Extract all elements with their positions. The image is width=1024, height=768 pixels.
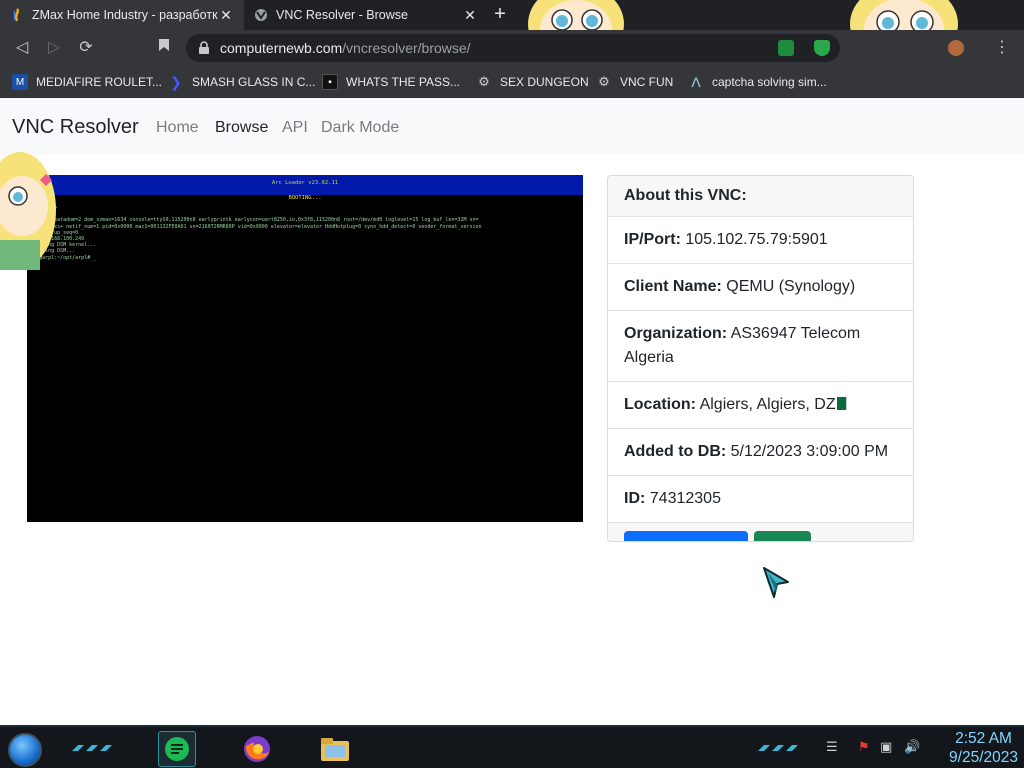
start-button[interactable] xyxy=(8,733,42,767)
address-bar[interactable]: computernewb.com/vncresolver/browse/ xyxy=(186,34,840,62)
nav-home[interactable]: Home xyxy=(156,119,199,137)
mediafire-icon: M xyxy=(12,74,28,90)
extension-green-icon[interactable] xyxy=(778,40,794,56)
screenshot-status: BOOTING... xyxy=(288,195,322,201)
bookmark-icon[interactable] xyxy=(154,38,174,58)
folder-icon xyxy=(321,738,349,761)
back-arrow-icon[interactable]: ◁ xyxy=(12,38,32,58)
bookmark-item[interactable]: Λ captcha solving sim... xyxy=(688,73,826,91)
taskbar: ☰ ⚑ ▣ 🔊 2:52 AM 9/25/2023 xyxy=(0,725,1024,768)
dark-square-icon: ▪ xyxy=(322,74,338,90)
tab-vnc-resolver[interactable]: VNC Resolver - Browse ✕ xyxy=(244,0,488,30)
nav-dark-mode[interactable]: Dark Mode xyxy=(321,119,399,137)
about-card-header: About this VNC: xyxy=(608,176,913,217)
tab-title: ZMax Home Industry - разработк xyxy=(32,8,218,22)
volume-icon[interactable]: 🔊 xyxy=(904,739,920,755)
tray-menu-icon[interactable]: ☰ xyxy=(826,739,838,755)
site-navbar: VNC Resolver Home Browse API Dark Mode xyxy=(0,98,1024,155)
forward-arrow-icon[interactable]: ▷ xyxy=(44,38,64,58)
close-tab-icon[interactable]: ✕ xyxy=(462,7,478,24)
field-ip-port: IP/Port: 105.102.75.79:5901 xyxy=(608,217,913,264)
lambda-icon: Λ xyxy=(691,74,701,90)
vnc-logo-icon: ⚙ xyxy=(598,74,610,89)
system-clock[interactable]: 2:52 AM 9/25/2023 xyxy=(949,729,1018,767)
tab-strip: ZMax Home Industry - разработк ✕ VNC Res… xyxy=(0,0,1024,66)
field-added-to-db: Added to DB: 5/12/2023 3:09:00 PM xyxy=(608,429,913,476)
notes-app-button[interactable] xyxy=(158,731,196,767)
bookmark-item[interactable]: ❯ SMASH GLASS IN C... xyxy=(168,73,315,91)
field-organization: Organization: AS36947 Telecom Algeria xyxy=(608,311,913,382)
file-explorer-button[interactable] xyxy=(316,731,354,767)
web-page: VNC Resolver Home Browse API Dark Mode A… xyxy=(0,98,1024,725)
network-icon[interactable]: ▣ xyxy=(880,739,892,755)
tab-zmax[interactable]: ZMax Home Industry - разработк ✕ xyxy=(0,0,244,30)
next-button[interactable]: Next xyxy=(753,531,811,541)
field-client-name: Client Name: QEMU (Synology) xyxy=(608,264,913,311)
nav-api[interactable]: API xyxy=(282,119,308,137)
bookmark-item[interactable]: M MEDIAFIRE ROULET... xyxy=(12,73,162,91)
firefox-app-button[interactable] xyxy=(238,731,276,767)
tab-title: VNC Resolver - Browse xyxy=(276,8,408,22)
field-id: ID: 74312305 xyxy=(608,476,913,523)
shield-extension-icon[interactable] xyxy=(814,40,830,56)
vnc-logo-icon: ⚙ xyxy=(478,74,490,89)
bookmarks-bar: M MEDIAFIRE ROULET... ❯ SMASH GLASS IN C… xyxy=(0,66,1024,98)
screenshot-terminal: 5402ixs> 25KZ noboot_satadom=2 dom_szmax… xyxy=(27,205,482,261)
url-text: computernewb.com/vncresolver/browse/ xyxy=(220,40,471,56)
field-location: Location: Algiers, Algiers, DZ xyxy=(608,382,913,429)
firefox-icon xyxy=(244,736,270,762)
zmax-favicon-icon xyxy=(13,8,20,22)
flag-alert-icon[interactable]: ⚑ xyxy=(858,739,870,755)
mouse-cursor-icon xyxy=(763,567,789,598)
algeria-flag-icon xyxy=(836,397,846,410)
about-card: About this VNC: IP/Port: 105.102.75.79:5… xyxy=(607,175,914,542)
copy-hardlink-button[interactable]: Copy Hardlink xyxy=(624,531,749,541)
vnc-favicon-icon xyxy=(255,9,267,21)
bookmark-item[interactable]: ▪ WHATS THE PASS... xyxy=(322,73,460,91)
notes-icon xyxy=(165,737,189,761)
browser-toolbar: ◁ ▷ ⟳ computernewb.com/vncresolver/brows… xyxy=(0,30,1024,66)
lock-icon xyxy=(199,41,209,54)
taskbar-decoration-icon xyxy=(758,745,798,751)
menu-icon[interactable]: ⋮ xyxy=(992,38,1012,58)
bookmark-item[interactable]: ⚙ VNC FUN xyxy=(596,73,673,91)
avatar[interactable] xyxy=(948,40,964,56)
taskbar-decoration-icon xyxy=(72,745,112,751)
chevron-logo-icon: ❯ xyxy=(170,73,182,90)
reload-icon[interactable]: ⟳ xyxy=(76,38,96,58)
vnc-screenshot: Arc Loader v23.02.11 BOOTING... 5402ixs>… xyxy=(27,175,583,522)
about-card-footer: Copy Hardlink Next xyxy=(608,523,913,541)
new-tab-button[interactable]: + xyxy=(490,4,510,25)
bookmark-item[interactable]: ⚙ SEX DUNGEON xyxy=(476,73,589,91)
close-tab-icon[interactable]: ✕ xyxy=(218,7,234,24)
screenshot-title: Arc Loader v23.02.11 xyxy=(271,180,339,186)
site-brand[interactable]: VNC Resolver xyxy=(12,116,139,139)
nav-browse[interactable]: Browse xyxy=(215,119,268,137)
